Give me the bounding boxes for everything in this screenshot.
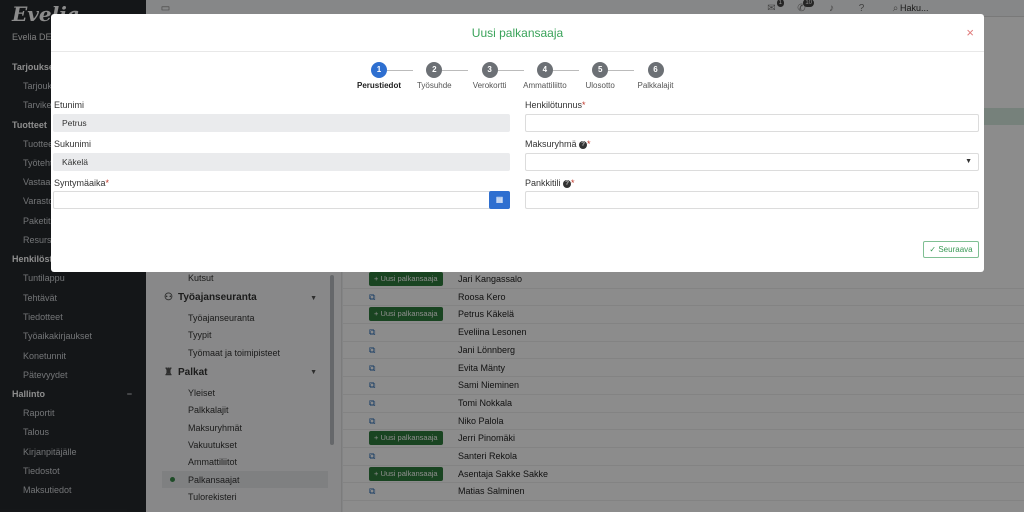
step-label: Palkkalajit: [637, 81, 674, 90]
question-icon[interactable]: ?: [579, 141, 588, 149]
step-number: 4: [536, 62, 553, 78]
maksuryhma-label: Maksuryhmä ? *: [525, 139, 591, 149]
question-icon[interactable]: ?: [563, 180, 572, 188]
required-mark: *: [105, 178, 110, 188]
henkilotunnus-label: Henkilötunnus*: [525, 100, 586, 110]
modal-title: Uusi palkansaaja: [471, 26, 564, 40]
etunimi-input[interactable]: Petrus: [53, 114, 510, 132]
required-mark: *: [582, 100, 586, 110]
modal-divider: [51, 51, 984, 52]
maksuryhma-select[interactable]: ▼: [525, 153, 979, 171]
next-button[interactable]: ✓ Seuraava: [923, 241, 979, 258]
pankkitili-input[interactable]: [525, 191, 979, 209]
wizard-step-6[interactable]: 6 Palkkalajit: [621, 62, 691, 90]
syntymaaika-label: Syntymäaika*: [54, 178, 109, 188]
label-text: Pankkitili: [525, 178, 561, 188]
check-icon: ✓: [929, 245, 937, 254]
pankkitili-label: Pankkitili ? *: [525, 178, 575, 188]
step-number: 5: [592, 62, 609, 78]
sukunimi-input[interactable]: Käkelä: [53, 153, 510, 171]
label-text: Henkilötunnus: [525, 100, 583, 110]
syntymaaika-input[interactable]: ▦: [53, 191, 510, 209]
step-number: 6: [647, 62, 664, 78]
sukunimi-label: Sukunimi: [54, 139, 92, 149]
required-mark: *: [587, 139, 591, 149]
etunimi-label: Etunimi: [54, 100, 85, 110]
calendar-icon[interactable]: ▦: [489, 191, 510, 209]
new-payee-modal: Uusi palkansaaja × 1 Perustiedot 2 Työsuhde…: [51, 14, 984, 272]
step-number: 3: [481, 62, 498, 78]
label-text: Maksuryhmä: [525, 139, 577, 149]
required-mark: *: [571, 178, 575, 188]
wizard-stepper: 1 Perustiedot 2 Työsuhde 3 Verokortti 4 Ammatti…: [351, 62, 691, 92]
step-number: 1: [371, 62, 387, 78]
step-number: 2: [426, 62, 443, 78]
close-icon[interactable]: ×: [966, 25, 974, 40]
label-text: Syntymäaika: [54, 178, 106, 188]
henkilotunnus-input[interactable]: [525, 114, 979, 132]
caret-down-icon: ▼: [965, 158, 972, 165]
next-button-label: Seuraava: [938, 245, 973, 254]
